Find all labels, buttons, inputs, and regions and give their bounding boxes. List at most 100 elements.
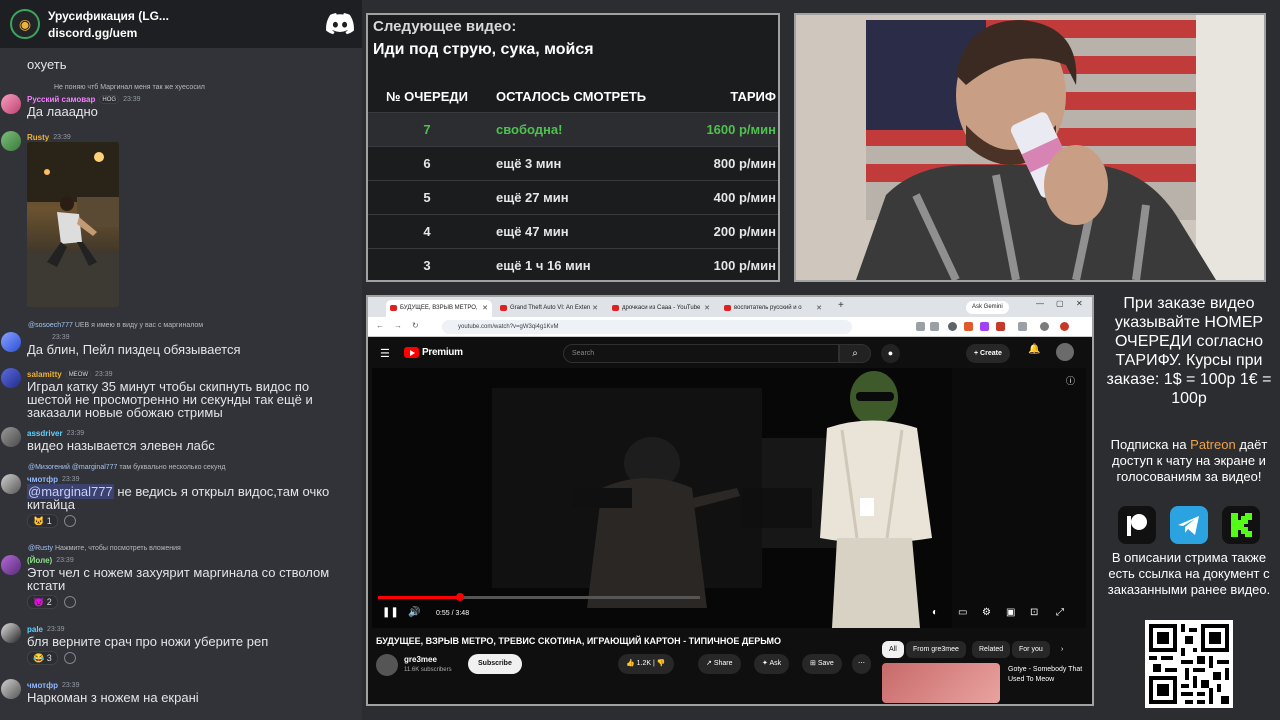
reaction-chip[interactable]: 😂 3 bbox=[27, 651, 58, 665]
close-icon[interactable]: ✕ bbox=[704, 300, 710, 317]
cast-icon[interactable]: ⊡ bbox=[1030, 607, 1038, 618]
tab[interactable]: воспитатель русский и о ✕ bbox=[720, 300, 826, 317]
add-reaction-icon[interactable] bbox=[63, 515, 76, 527]
reaction-chip[interactable]: 🐱 1 bbox=[27, 514, 58, 528]
add-reaction-icon[interactable] bbox=[63, 596, 76, 608]
progress-bar[interactable] bbox=[378, 593, 700, 601]
chip-all[interactable]: All bbox=[882, 641, 904, 658]
add-reaction-icon[interactable] bbox=[63, 652, 76, 664]
image-attachment[interactable] bbox=[27, 142, 119, 307]
avatar[interactable] bbox=[1, 131, 21, 151]
ask-button[interactable]: ✦ Ask bbox=[754, 654, 790, 674]
new-tab-icon[interactable]: + bbox=[838, 300, 844, 311]
reply-mention[interactable]: @marginal777 bbox=[72, 464, 118, 471]
more-actions-icon[interactable]: ⋯ bbox=[852, 654, 871, 674]
like-button[interactable]: 👍 1.2K | 👎 bbox=[618, 654, 674, 674]
settings-icon[interactable]: ⚙ bbox=[982, 607, 991, 618]
save-button[interactable]: ⊞ Save bbox=[802, 654, 842, 674]
queue-rate: 200 р/мин bbox=[713, 224, 776, 239]
patreon-icon[interactable] bbox=[1118, 506, 1156, 544]
queue-remaining: свободна! bbox=[496, 122, 563, 137]
extension-icon[interactable] bbox=[948, 322, 957, 331]
avatar[interactable] bbox=[1, 679, 21, 699]
avatar[interactable] bbox=[1, 474, 21, 494]
fullscreen-icon[interactable]: ⤢ bbox=[1056, 607, 1064, 618]
account-avatar[interactable] bbox=[1056, 343, 1074, 361]
qr-code[interactable] bbox=[1145, 620, 1233, 708]
search-button[interactable]: ⌕ bbox=[839, 344, 871, 363]
reply-username[interactable]: @Rusty bbox=[28, 545, 53, 552]
chip-from-channel[interactable]: From gre3mee bbox=[906, 641, 966, 658]
reaction-chip[interactable]: 😈 2 bbox=[27, 595, 58, 609]
avatar[interactable] bbox=[1, 332, 21, 352]
webcam-feed bbox=[794, 13, 1266, 282]
create-button[interactable]: + Create bbox=[966, 344, 1010, 363]
extension-icon[interactable] bbox=[1018, 322, 1027, 331]
update-icon[interactable] bbox=[1060, 322, 1069, 331]
reload-icon[interactable]: ↻ bbox=[412, 321, 419, 330]
reply-username[interactable]: @sosoech777 bbox=[28, 322, 73, 329]
pause-icon[interactable]: ❚❚ bbox=[382, 607, 399, 618]
reply-preview[interactable]: Не поняю чтб Маргинал меня так же хуесос… bbox=[0, 82, 362, 93]
extension-icon[interactable] bbox=[964, 322, 973, 331]
channel-avatar[interactable] bbox=[376, 654, 398, 676]
window-close-icon[interactable]: ✕ bbox=[1076, 299, 1083, 308]
telegram-icon[interactable] bbox=[1170, 506, 1208, 544]
ask-gemini-button[interactable]: Ask Gemini bbox=[966, 301, 1009, 314]
avatar[interactable] bbox=[1, 427, 21, 447]
notifications-icon[interactable]: 🔔 bbox=[1028, 344, 1040, 355]
extension-icon[interactable] bbox=[980, 322, 989, 331]
tab[interactable]: дрочкаси из Сааа - YouTube ✕ bbox=[608, 300, 714, 317]
server-invite-link[interactable]: discord.gg/uem bbox=[48, 26, 169, 40]
kick-icon[interactable] bbox=[1222, 506, 1260, 544]
search-input[interactable]: Search bbox=[563, 344, 839, 363]
tab[interactable]: Grand Theft Auto VI: An Exten ✕ bbox=[496, 300, 602, 317]
miniplayer-icon[interactable]: ▣ bbox=[1006, 607, 1015, 618]
avatar[interactable] bbox=[1, 555, 21, 575]
back-icon[interactable]: ← bbox=[376, 321, 384, 330]
tab-label: дрочкаси из Сааа - YouTube bbox=[622, 305, 701, 311]
profile-icon[interactable] bbox=[1040, 322, 1049, 331]
url-field[interactable]: youtube.com/watch?v=gW3qi4g1KvM bbox=[442, 320, 852, 334]
tab-active[interactable]: БУДУЩЕЕ, ВЗРЫВ МЕТРО, ✕ bbox=[386, 300, 492, 317]
message-text: бля верните срач про ножи уберите реп bbox=[27, 634, 269, 649]
extension-icon[interactable] bbox=[916, 322, 925, 331]
reactions: 😂 3 bbox=[0, 651, 362, 665]
autoplay-toggle[interactable]: ◐ bbox=[932, 607, 938, 618]
maximize-icon[interactable]: ▢ bbox=[1056, 299, 1064, 308]
share-button[interactable]: ↗ Share bbox=[698, 654, 741, 674]
captions-icon[interactable]: ▭ bbox=[958, 607, 967, 618]
forward-icon[interactable]: → bbox=[394, 321, 402, 330]
reply-preview[interactable]: @Мизогений @marginal777 там буквально не… bbox=[0, 462, 362, 473]
extension-icon[interactable] bbox=[930, 322, 939, 331]
close-icon[interactable]: ✕ bbox=[482, 300, 488, 317]
reply-username[interactable]: @Мизогений bbox=[28, 464, 70, 471]
header-queue-number: № ОЧЕРЕДИ bbox=[386, 89, 468, 104]
reply-preview[interactable]: @Rusty Нажмите, чтобы посмотреть вложени… bbox=[0, 543, 362, 554]
avatar[interactable] bbox=[1, 368, 21, 388]
message-text: @marginal777 не ведись я открыл видос,та… bbox=[0, 484, 335, 511]
volume-icon[interactable]: 🔊 bbox=[408, 607, 420, 618]
channel-name[interactable]: gre3mee bbox=[404, 655, 437, 664]
chevron-right-icon[interactable]: › bbox=[1054, 641, 1070, 658]
chip-related[interactable]: Related bbox=[972, 641, 1011, 658]
header-remaining: ОСТАЛОСЬ СМОТРЕТЬ bbox=[496, 89, 647, 104]
subscribe-button[interactable]: Subscribe bbox=[468, 654, 522, 674]
microphone-icon[interactable]: ● bbox=[881, 344, 900, 363]
extension-icon[interactable] bbox=[996, 322, 1005, 331]
close-icon[interactable]: ✕ bbox=[816, 300, 822, 317]
minimize-icon[interactable]: — bbox=[1036, 299, 1044, 308]
recommended-thumbnail[interactable] bbox=[882, 663, 1000, 703]
avatar[interactable] bbox=[1, 94, 21, 114]
youtube-logo[interactable]: Premium bbox=[404, 347, 463, 358]
server-icon[interactable]: ◉ bbox=[10, 9, 40, 39]
recommended-title[interactable]: Gotye - Somebody That Used To Meow bbox=[1008, 665, 1092, 685]
video-player[interactable]: ❚❚ 🔊 0:55 / 3:48 ◐ ▭ ⚙ ▣ ⊡ ⤢ ⓘ bbox=[372, 368, 1086, 628]
avatar[interactable] bbox=[1, 623, 21, 643]
reply-preview[interactable]: @sosoech777 UEB я имею в виду у вас с ма… bbox=[0, 320, 362, 331]
timestamp: 23:39 bbox=[95, 370, 113, 378]
menu-icon[interactable]: ☰ bbox=[380, 347, 390, 360]
info-icon[interactable]: ⓘ bbox=[1066, 374, 1075, 387]
chip-for-you[interactable]: For you bbox=[1012, 641, 1050, 658]
close-icon[interactable]: ✕ bbox=[592, 300, 598, 317]
